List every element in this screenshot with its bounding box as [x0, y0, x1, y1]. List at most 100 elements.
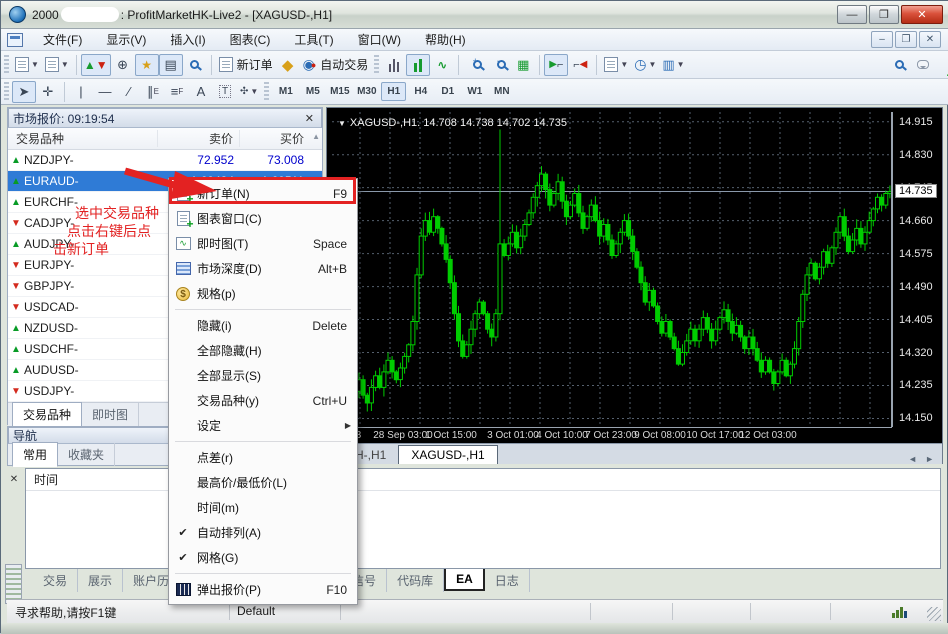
auto-scroll-button[interactable]: ▶⌐ [544, 54, 568, 76]
tab-scroll-left-icon[interactable]: ◄ [908, 454, 917, 464]
docked-panel-icon[interactable] [5, 564, 22, 604]
price-axis[interactable]: 14.91514.83014.74514.66014.57514.49014.4… [892, 112, 942, 427]
terminal-panel: ✕ 时间 交易展示账户历史信号代码库EA日志 [7, 468, 943, 594]
trendline-button[interactable]: ∕ [117, 81, 141, 103]
column-bid[interactable]: 卖价 [158, 130, 240, 147]
mdi-minimize-button[interactable]: – [871, 31, 893, 48]
column-symbol[interactable]: 交易品种 [8, 130, 158, 147]
market-watch-tab-即时图[interactable]: 即时图 [82, 403, 139, 426]
timeframe-button-m5[interactable]: M5 [300, 82, 325, 101]
timeframe-button-h1[interactable]: H1 [381, 82, 406, 101]
menu-item-1[interactable]: 显示(V) [94, 30, 158, 50]
timeframe-button-m15[interactable]: M15 [327, 82, 352, 101]
market-watch-tab-交易品种[interactable]: 交易品种 [12, 402, 82, 427]
price-down-arrow-icon: ▼ [8, 260, 24, 271]
restore-button[interactable]: ❐ [869, 5, 899, 24]
menu-item-4[interactable]: 工具(T) [282, 30, 345, 50]
bar-chart-button[interactable] [382, 54, 406, 76]
chart-shift-button[interactable]: ⌐◀ [568, 54, 592, 76]
data-window-button[interactable]: ⊕ [111, 54, 135, 76]
navigator-button[interactable]: ★ [135, 54, 159, 76]
terminal-close-icon[interactable]: ✕ [7, 474, 21, 488]
strategy-tester-button[interactable] [183, 54, 207, 76]
templates-button[interactable]: ▥▼ [659, 54, 687, 76]
timeframe-button-d1[interactable]: D1 [435, 82, 460, 101]
timeframe-button-m30[interactable]: M30 [354, 82, 379, 101]
search-icon[interactable] [887, 54, 911, 76]
menu-item-3[interactable]: 图表(C) [218, 30, 283, 50]
menu-item-5[interactable]: 窗口(W) [346, 30, 413, 50]
terminal-tab-交易[interactable]: 交易 [33, 569, 78, 592]
context-menu-item[interactable]: $规格(p) [169, 281, 357, 306]
time-axis[interactable]: 201828 Sep 03:001 Oct 15:003 Oct 01:004 … [332, 427, 892, 443]
indicators-button[interactable]: +▼ [601, 54, 631, 76]
context-menu-item[interactable]: 市场深度(D)Alt+B [169, 256, 357, 281]
fibonacci-button[interactable]: ≡F [165, 81, 189, 103]
context-menu-item[interactable]: 弹出报价(P)F10 [169, 577, 357, 602]
price-tick: 14.830 [899, 149, 933, 161]
candlestick-chart-button[interactable] [406, 54, 430, 76]
arrows-tool-button[interactable]: ✣▼ [237, 81, 261, 103]
minimize-button[interactable]: — [837, 5, 867, 24]
column-ask[interactable]: 买价 [240, 130, 310, 147]
context-menu-item[interactable]: ∿即时图(T)Space [169, 231, 357, 256]
mdi-close-button[interactable]: ✕ [919, 31, 941, 48]
context-menu-item[interactable]: 全部显示(S) [169, 363, 357, 388]
timeframe-button-w1[interactable]: W1 [462, 82, 487, 101]
column-time[interactable]: 时间 [34, 471, 58, 488]
close-button[interactable]: ✕ [901, 5, 943, 24]
menu-item-2[interactable]: 插入(I) [158, 30, 217, 50]
chart-tab-XAGUSD-,H1[interactable]: XAGUSD-,H1 [398, 445, 497, 464]
profiles-button[interactable]: ▼ [42, 54, 72, 76]
status-template[interactable]: Default [237, 604, 275, 618]
crosshair-tool-button[interactable]: ✛ [36, 81, 60, 103]
line-chart-button[interactable]: ∿ [430, 54, 454, 76]
text-tool-button[interactable]: A [189, 81, 213, 103]
menu-item-shortcut: Space [313, 237, 347, 251]
context-menu-item[interactable]: 时间(m) [169, 495, 357, 520]
context-menu-item[interactable]: 最高价/最低价(L) [169, 470, 357, 495]
terminal-tab-代码库[interactable]: 代码库 [387, 569, 444, 592]
market-watch-close-icon[interactable]: ✕ [302, 112, 317, 125]
zoom-out-button[interactable]: − [487, 54, 511, 76]
tile-windows-button[interactable]: ▦ [511, 54, 535, 76]
context-menu-item[interactable]: 全部隐藏(H) [169, 338, 357, 363]
market-watch-button[interactable]: ▲▼ [81, 54, 111, 76]
new-order-button[interactable]: +新订单 [216, 54, 276, 76]
timeframe-button-m1[interactable]: M1 [273, 82, 298, 101]
scroll-up-arrow[interactable]: ▲ [312, 132, 320, 141]
navigator-tab-常用[interactable]: 常用 [12, 442, 58, 467]
terminal-button[interactable]: ▤ [159, 54, 183, 76]
menu-item-6[interactable]: 帮助(H) [413, 30, 478, 50]
text-label-button[interactable]: T [213, 81, 237, 103]
autotrade-button[interactable]: ◉●自动交易 [300, 54, 372, 76]
equidistant-channel-button[interactable]: ∥E [141, 81, 165, 103]
mdi-restore-button[interactable]: ❐ [895, 31, 917, 48]
horizontal-line-button[interactable]: — [93, 81, 117, 103]
new-chart-button[interactable]: +▼ [12, 54, 42, 76]
vertical-line-button[interactable]: | [69, 81, 93, 103]
chart-plot-area[interactable]: ▼XAGUSD-,H1. 14.708 14.738 14.702 14.735 [332, 112, 892, 427]
context-menu-item[interactable]: 交易品种(y)Ctrl+U [169, 388, 357, 413]
context-menu-item[interactable]: ✔网格(G) [169, 545, 357, 570]
context-menu-item[interactable]: ✔自动排列(A) [169, 520, 357, 545]
context-menu-item[interactable]: 设定▶ [169, 413, 357, 438]
zoom-in-button[interactable]: + [463, 54, 487, 76]
resize-grip[interactable] [927, 607, 941, 621]
timeframe-button-h4[interactable]: H4 [408, 82, 433, 101]
market-watch-header[interactable]: 市场报价: 09:19:54 ✕ [8, 108, 322, 128]
chat-icon[interactable] [911, 54, 935, 76]
tab-scroll-right-icon[interactable]: ► [925, 454, 934, 464]
periods-button[interactable]: ◷▼ [631, 54, 659, 76]
terminal-tab-展示[interactable]: 展示 [78, 569, 123, 592]
context-menu-item[interactable]: 点差(r) [169, 445, 357, 470]
terminal-tab-EA[interactable]: EA [444, 569, 485, 591]
metaeditor-button[interactable]: ◆ [276, 54, 300, 76]
menu-item-0[interactable]: 文件(F) [31, 30, 94, 50]
timeframe-button-mn[interactable]: MN [489, 82, 514, 101]
chevron-down-icon[interactable]: ▼ [338, 119, 346, 128]
terminal-tab-日志[interactable]: 日志 [485, 569, 530, 592]
context-menu-item[interactable]: 隐藏(i)Delete [169, 313, 357, 338]
cursor-tool-button[interactable]: ➤ [12, 81, 36, 103]
navigator-tab-收藏夹[interactable]: 收藏夹 [58, 443, 115, 466]
